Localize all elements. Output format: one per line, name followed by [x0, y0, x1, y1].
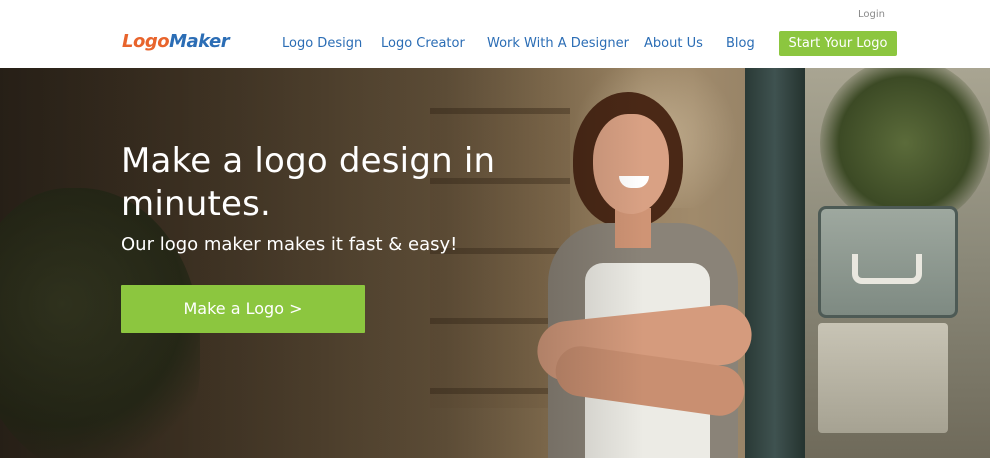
nav-about-us[interactable]: About Us	[644, 36, 703, 51]
logo-part-logo: Logo	[122, 31, 170, 52]
nav-work-with-designer[interactable]: Work With A Designer	[487, 36, 629, 51]
nav-logo-creator[interactable]: Logo Creator	[381, 36, 465, 51]
nav-logo-design[interactable]: Logo Design	[282, 36, 362, 51]
logo-part-maker: Maker	[169, 31, 230, 52]
logomaker-logo[interactable]: LogoMaker	[122, 30, 230, 54]
make-a-logo-button[interactable]: Make a Logo >	[121, 285, 365, 333]
hero-title: Make a logo design in minutes.	[121, 141, 496, 224]
nav-blog[interactable]: Blog	[726, 36, 755, 51]
login-link[interactable]: Login	[858, 9, 885, 20]
site-header: Login LogoMaker Logo Design Logo Creator…	[0, 0, 990, 68]
hero-section: Make a logo design in minutes. Our logo …	[0, 68, 990, 458]
start-your-logo-button[interactable]: Start Your Logo	[779, 31, 897, 56]
hero-subtitle: Our logo maker makes it fast & easy!	[121, 234, 458, 255]
hero-text-shade	[0, 68, 990, 458]
